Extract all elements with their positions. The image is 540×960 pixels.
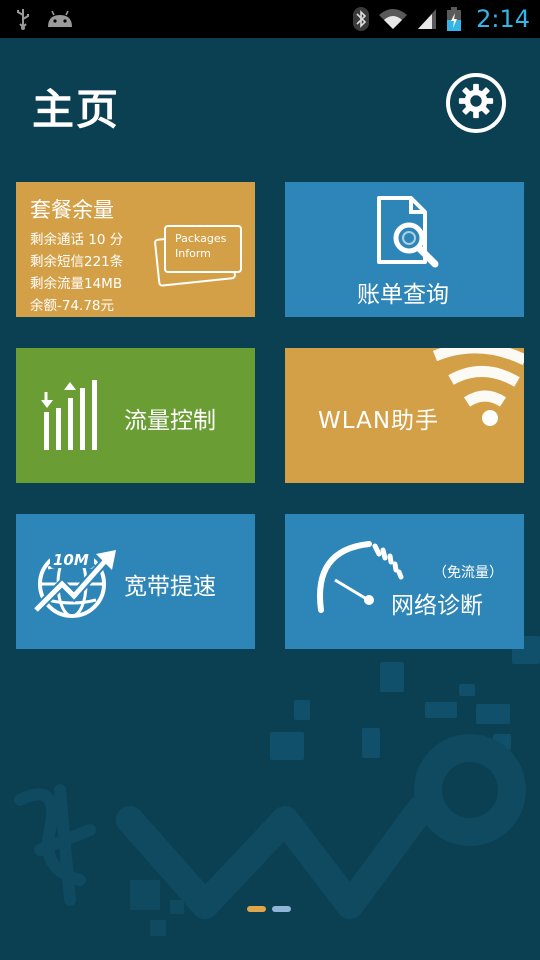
- background-watermark: [14, 614, 540, 936]
- gear-icon: [457, 82, 495, 124]
- speed-globe-icon: 10M: [34, 550, 116, 618]
- usb-icon: [14, 7, 32, 31]
- package-card-text-1: Packages: [175, 232, 227, 245]
- settings-button[interactable]: [446, 73, 506, 133]
- package-line-calls: 剩余通话 10 分: [30, 232, 124, 248]
- tile-package-balance[interactable]: 套餐余量 剩余通话 10 分 剩余短信221条 剩余流量14MB 余额-74.7…: [16, 182, 255, 317]
- status-bar: 2:14: [0, 0, 540, 38]
- battery-icon: [446, 6, 462, 32]
- page-dot-active[interactable]: [247, 906, 266, 912]
- signal-icon: [416, 7, 438, 31]
- page-indicator: [247, 906, 291, 912]
- wlan-label: WLAN助手: [318, 408, 440, 434]
- package-card-icon: Packages Inform: [154, 225, 242, 287]
- package-line-data: 剩余流量14MB: [30, 276, 123, 292]
- package-line-balance: 余额-74.78元: [30, 298, 115, 314]
- tile-bill-query[interactable]: 账单查询: [285, 182, 524, 317]
- tile-network-diagnose[interactable]: （免流量） 网络诊断: [285, 514, 524, 649]
- page-dot-inactive[interactable]: [272, 906, 291, 912]
- wifi-icon: [378, 7, 408, 31]
- bill-label: 账单查询: [357, 282, 449, 308]
- speed-badge: 10M: [53, 551, 89, 569]
- tile-wlan-assistant[interactable]: WLAN助手: [285, 348, 524, 483]
- bluetooth-icon: [352, 6, 370, 32]
- diagnose-label: 网络诊断: [391, 593, 483, 619]
- diagnose-sublabel: （免流量）: [433, 565, 503, 581]
- package-card-text-2: Inform: [175, 247, 211, 260]
- package-title: 套餐余量: [30, 198, 114, 222]
- package-line-sms: 剩余短信221条: [30, 254, 124, 270]
- android-icon: [46, 9, 74, 29]
- page-title: 主页: [32, 85, 121, 134]
- data-bars-icon: [41, 380, 97, 450]
- tile-broadband-speedup[interactable]: 10M 宽带提速: [16, 514, 255, 649]
- flow-label: 流量控制: [124, 408, 216, 434]
- tile-flow-control[interactable]: 流量控制: [16, 348, 255, 483]
- broadband-label: 宽带提速: [124, 574, 216, 600]
- status-clock: 2:14: [476, 5, 530, 33]
- document-search-icon: [377, 196, 439, 268]
- wifi-icon: [433, 348, 524, 426]
